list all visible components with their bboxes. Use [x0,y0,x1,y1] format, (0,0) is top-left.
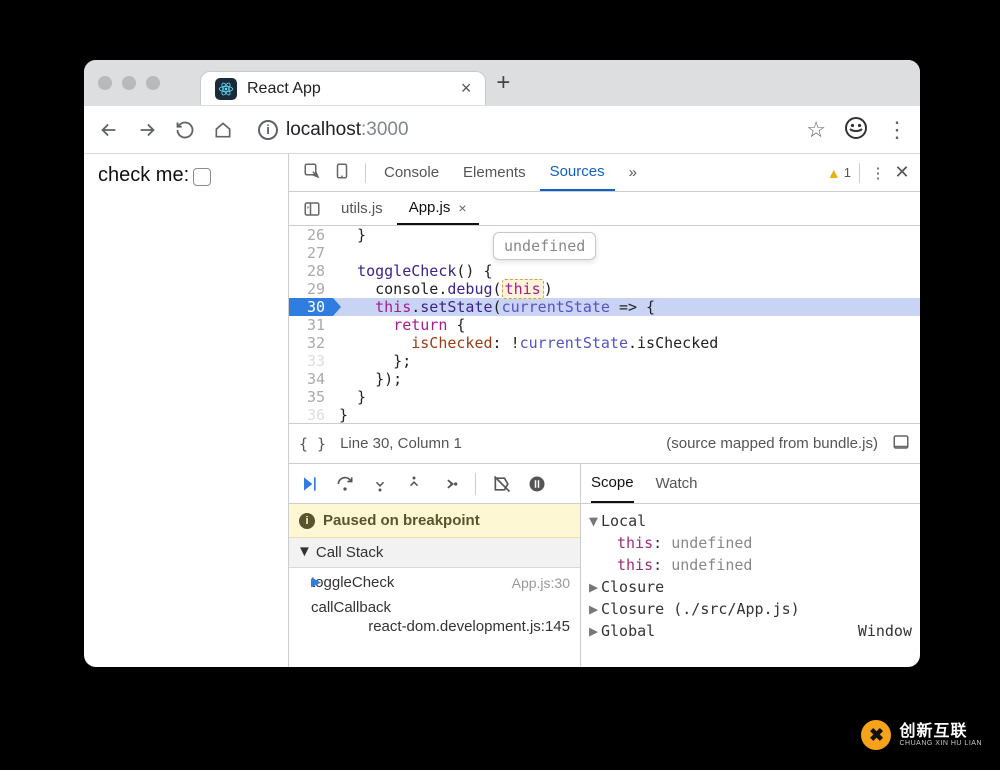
frame-location: react-dom.development.js:145 [289,618,580,641]
call-stack-frame[interactable]: toggleCheck App.js:30 [289,568,580,593]
close-icon[interactable]: × [458,200,466,216]
tab-more[interactable]: » [619,154,647,191]
watermark-logo: ✖ 创新互联 CHUANG XIN HU LIAN [861,720,982,750]
traffic-light-close[interactable] [98,76,112,90]
info-icon: i [299,513,315,529]
pause-exceptions-button[interactable] [528,475,546,493]
resume-button[interactable] [299,474,319,494]
home-button[interactable] [212,119,234,141]
source-editor[interactable]: undefined 26 } 27 28 toggleCheck() { 29 … [289,226,920,424]
paused-banner: i Paused on breakpoint [289,504,580,538]
reload-button[interactable] [174,119,196,141]
react-icon [215,78,237,100]
window-controls [98,76,160,90]
tab-sources[interactable]: Sources [540,154,615,191]
checkbox-input[interactable] [193,168,211,186]
profile-icon[interactable] [844,116,868,144]
scope-closure[interactable]: ▶Closure [589,576,912,598]
step-over-button[interactable] [335,474,355,494]
scope-local[interactable]: ▼Local [589,510,912,532]
bookmark-icon[interactable]: ☆ [806,117,826,143]
chevron-down-icon: ▼ [297,543,312,560]
devtools-close-icon[interactable]: ✕ [892,162,912,183]
debugger-left-pane: i Paused on breakpoint ▼ Call Stack togg… [289,464,581,667]
pretty-print-icon[interactable]: { } [299,435,326,453]
devtools-panel: Console Elements Sources » ▲1 ⋮ ✕ utils.… [288,154,920,667]
device-icon[interactable] [333,162,351,184]
tab-watch[interactable]: Watch [656,464,698,503]
hover-tooltip: undefined [493,232,596,260]
scope-var[interactable]: this: undefined [589,532,912,554]
warnings-badge[interactable]: ▲1 [827,165,851,181]
scope-var[interactable]: this: undefined [589,554,912,576]
browser-toolbar: i localhost:3000 ☆ ⋮ [84,106,920,154]
navigator-toggle-icon[interactable] [297,200,327,218]
site-info-icon[interactable]: i [258,120,278,140]
tab-title: React App [247,80,321,98]
devtools-tabbar: Console Elements Sources » ▲1 ⋮ ✕ [289,154,920,192]
inspect-icon[interactable] [303,162,321,184]
checkbox-label: check me: [98,164,189,657]
call-stack-frame[interactable]: callCallback [289,593,580,618]
source-mapped-label: (source mapped from bundle.js) [666,435,878,452]
tab-elements[interactable]: Elements [453,154,536,191]
tab-console[interactable]: Console [374,154,449,191]
scope-global[interactable]: ▶GlobalWindow [589,620,912,642]
deactivate-breakpoints-button[interactable] [492,474,512,494]
browser-window: React App × + i localhost:3000 ☆ ⋮ check… [84,60,920,667]
tab-scope[interactable]: Scope [591,464,634,503]
step-into-button[interactable] [371,474,389,494]
browser-tab[interactable]: React App × [200,71,486,105]
traffic-light-min[interactable] [122,76,136,90]
logo-icon: ✖ [861,720,891,750]
menu-icon[interactable]: ⋮ [886,117,906,143]
debugger-toolbar [289,464,580,504]
back-button[interactable] [98,119,120,141]
overflow-icon[interactable] [892,433,910,455]
step-button[interactable] [439,474,459,494]
source-file-tabs: utils.js App.js × [289,192,920,226]
traffic-light-max[interactable] [146,76,160,90]
call-stack-header[interactable]: ▼ Call Stack [289,538,580,568]
cursor-position: Line 30, Column 1 [340,435,462,452]
warning-icon: ▲ [827,165,841,181]
page-content: check me: [84,154,288,667]
scope-closure[interactable]: ▶Closure (./src/App.js) [589,598,912,620]
close-icon[interactable]: × [461,78,472,99]
new-tab-button[interactable]: + [496,69,510,97]
file-tab-app[interactable]: App.js × [397,192,479,225]
source-status-bar: { } Line 30, Column 1 (source mapped fro… [289,424,920,464]
url-text: localhost:3000 [286,119,409,141]
scope-tree: ▼Local this: undefined this: undefined ▶… [581,504,920,648]
forward-button[interactable] [136,119,158,141]
address-bar[interactable]: i localhost:3000 [250,119,790,141]
scope-watch-tabs: Scope Watch [581,464,920,504]
file-tab-utils[interactable]: utils.js [329,192,395,225]
browser-tab-strip: React App × + [84,60,920,106]
step-out-button[interactable] [405,474,423,494]
debugger-right-pane: Scope Watch ▼Local this: undefined this:… [581,464,920,667]
devtools-menu-icon[interactable]: ⋮ [868,164,888,182]
